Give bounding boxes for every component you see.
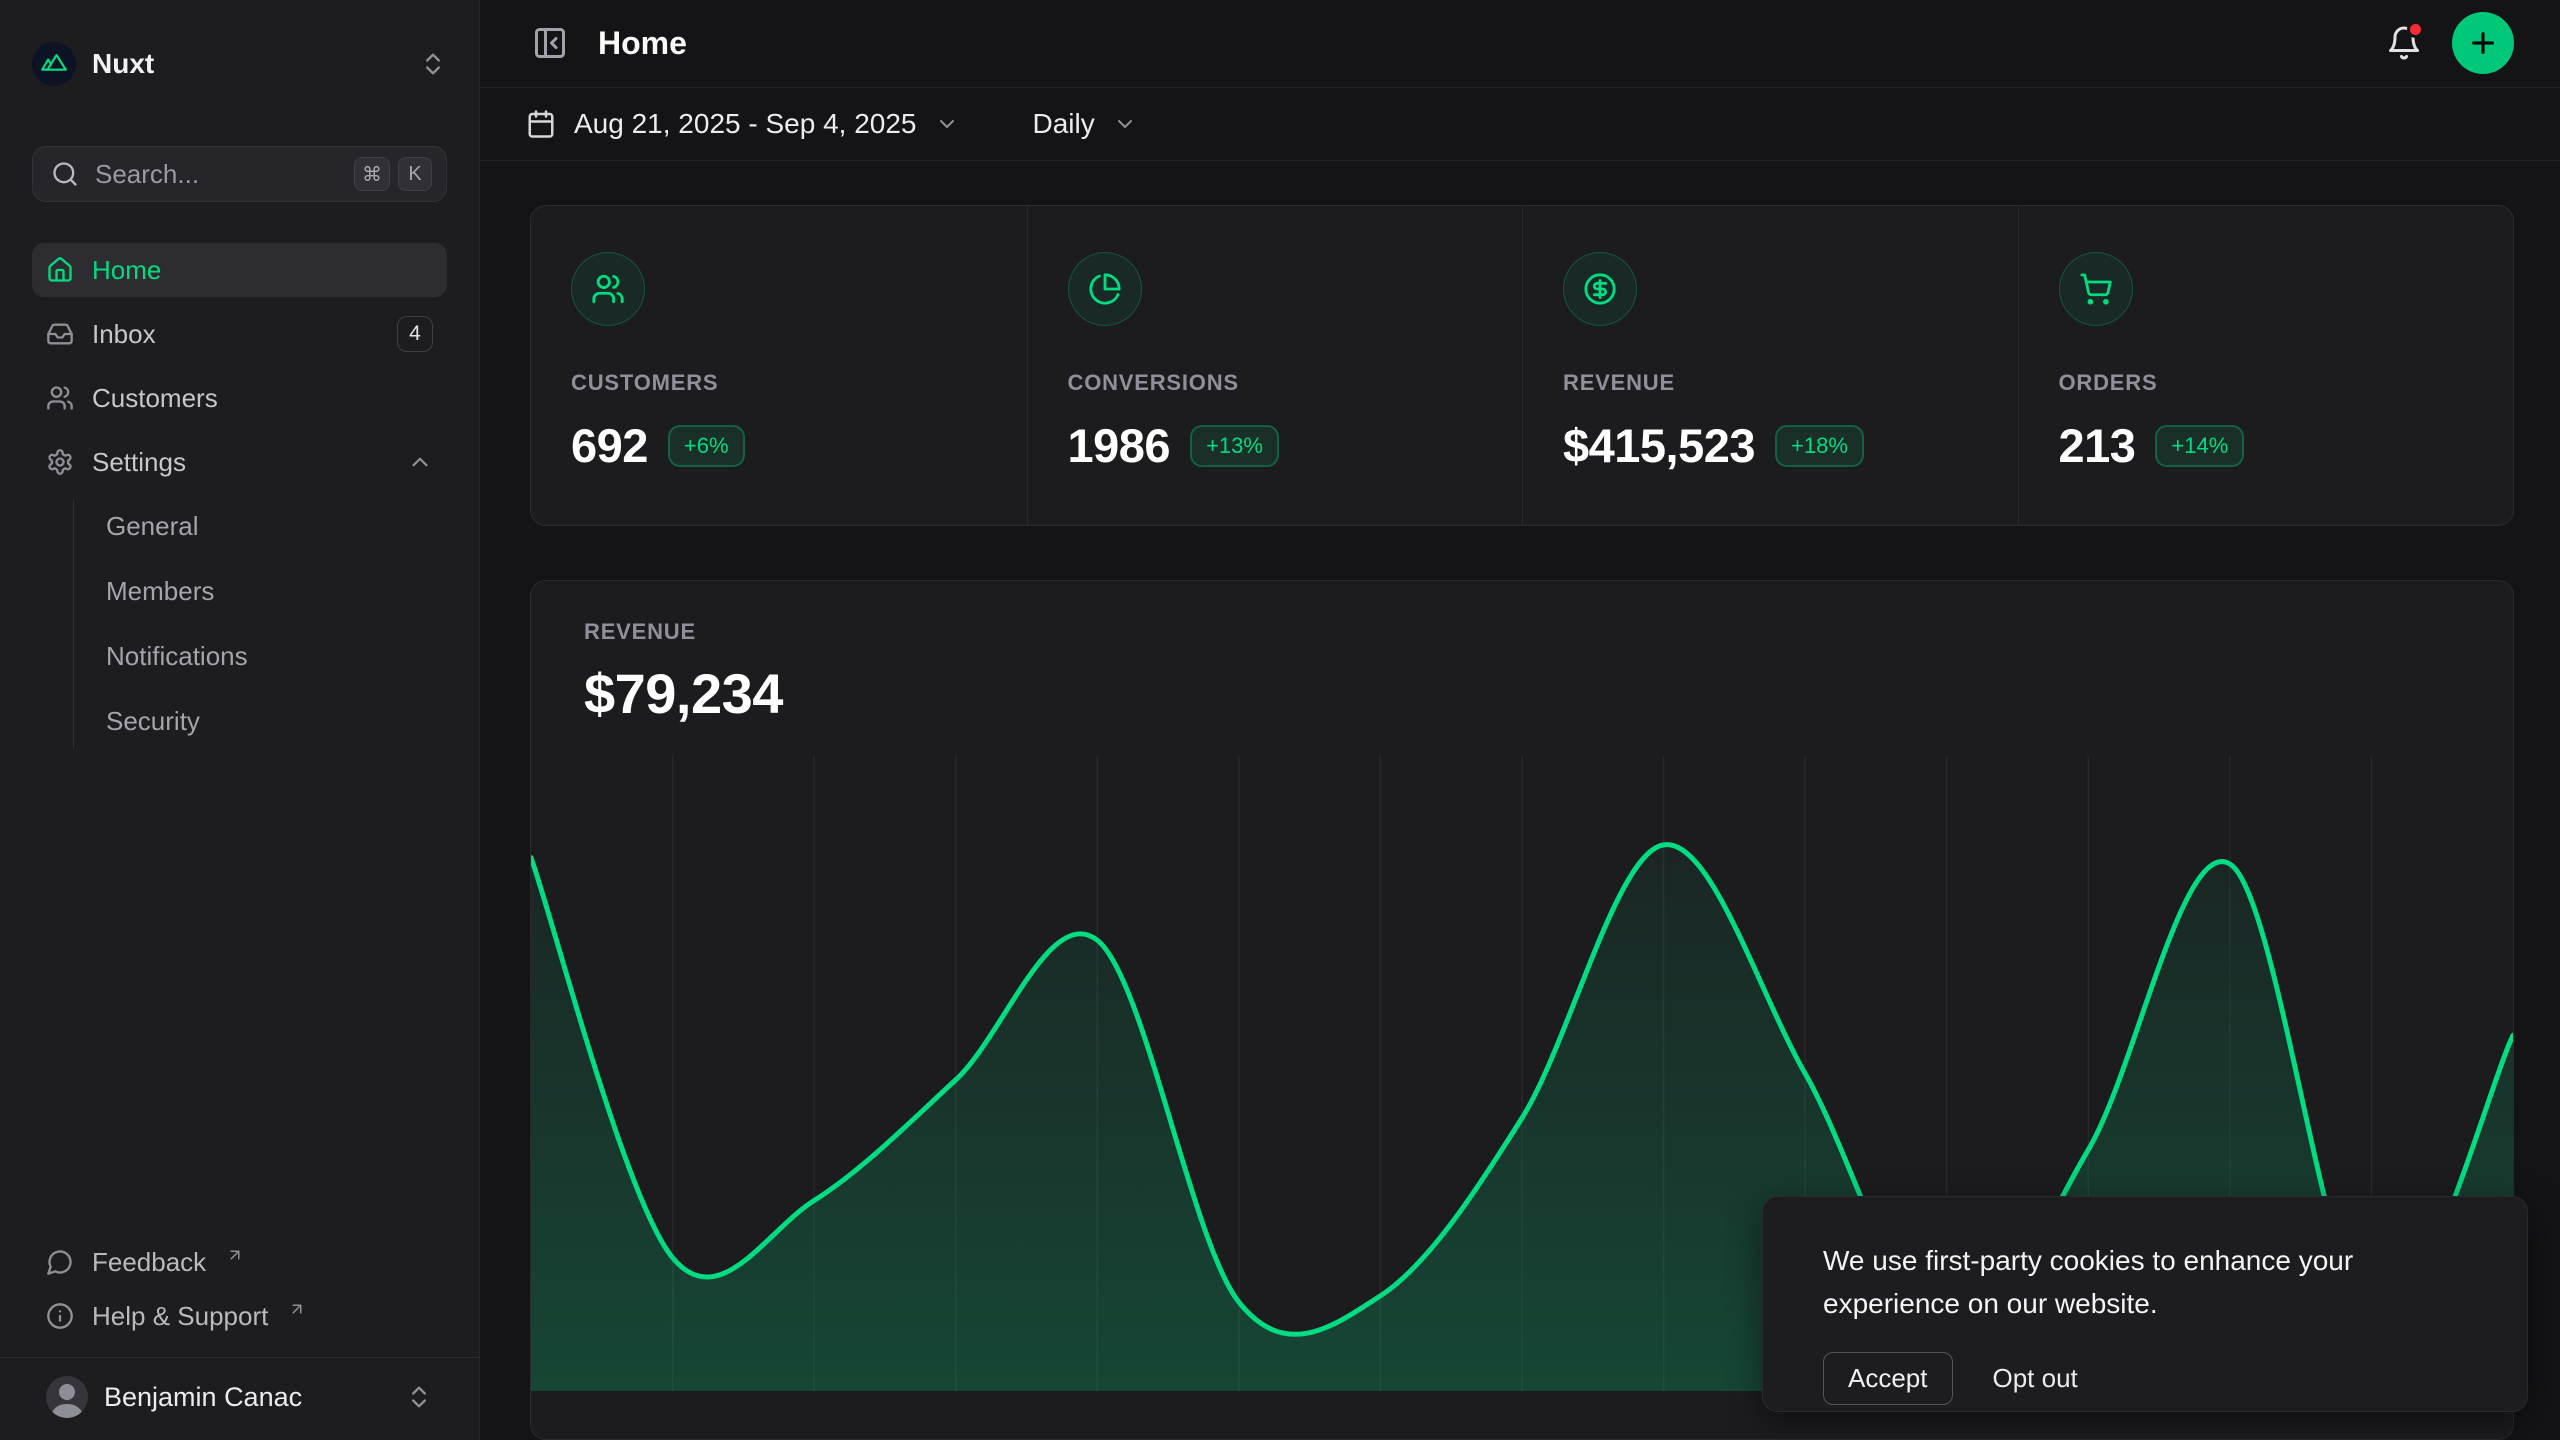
user-name: Benjamin Canac xyxy=(104,1382,302,1413)
sidebar-item-label: Customers xyxy=(92,383,218,414)
stat-label: CUSTOMERS xyxy=(571,370,987,396)
pie-chart-icon xyxy=(1068,252,1142,326)
chevrons-up-down-icon xyxy=(419,50,447,78)
sidebar-item-label: Help & Support xyxy=(92,1301,268,1332)
external-link-icon xyxy=(226,1246,244,1264)
add-button[interactable] xyxy=(2452,12,2514,74)
notifications-button[interactable] xyxy=(2386,25,2422,61)
inbox-count-badge: 4 xyxy=(397,316,433,352)
stat-delta-badge: +13% xyxy=(1190,425,1279,467)
sidebar-subitem-members[interactable]: Members xyxy=(74,565,447,618)
sidebar-item-inbox[interactable]: Inbox 4 xyxy=(32,307,447,361)
opt-out-button[interactable]: Opt out xyxy=(1993,1363,2078,1394)
users-icon xyxy=(46,384,74,412)
stat-label: REVENUE xyxy=(1563,370,1978,396)
panel-collapse-icon xyxy=(532,25,568,61)
stat-value: 1986 xyxy=(1068,418,1171,473)
filter-toolbar: Aug 21, 2025 - Sep 4, 2025 Daily xyxy=(480,88,2560,161)
search-input[interactable]: Search... ⌘ K xyxy=(32,146,447,202)
gear-icon xyxy=(46,448,74,476)
cookie-banner: We use first-party cookies to enhance yo… xyxy=(1762,1196,2528,1412)
sidebar-subitem-general[interactable]: General xyxy=(74,500,447,553)
stat-delta-badge: +6% xyxy=(668,425,745,467)
plus-icon xyxy=(2467,27,2499,59)
stat-value: 213 xyxy=(2059,418,2136,473)
stat-conversions[interactable]: CONVERSIONS 1986 +13% xyxy=(1027,206,1523,525)
stat-revenue[interactable]: REVENUE $415,523 +18% xyxy=(1522,206,2018,525)
accept-button[interactable]: Accept xyxy=(1823,1352,1953,1405)
period-value: Daily xyxy=(1033,108,1095,140)
chevron-up-icon xyxy=(407,449,433,475)
stat-delta-badge: +14% xyxy=(2155,425,2244,467)
calendar-icon xyxy=(526,109,556,139)
team-switcher[interactable]: Nuxt xyxy=(32,40,447,88)
sidebar-item-label: Settings xyxy=(92,447,186,478)
sidebar-item-home[interactable]: Home xyxy=(32,243,447,297)
info-circle-icon xyxy=(46,1302,74,1330)
sidebar-item-label: Inbox xyxy=(92,319,156,350)
kbd-meta: ⌘ xyxy=(354,157,390,191)
page-header: Home xyxy=(480,0,2560,88)
stat-orders[interactable]: ORDERS 213 +14% xyxy=(2018,206,2514,525)
stat-label: ORDERS xyxy=(2059,370,2474,396)
sidebar: Nuxt Search... ⌘ K Home xyxy=(0,0,480,1440)
home-icon xyxy=(46,256,74,284)
chat-bubble-icon xyxy=(46,1248,74,1276)
sidebar-item-help-support[interactable]: Help & Support xyxy=(32,1289,447,1343)
search-placeholder: Search... xyxy=(95,159,338,190)
stat-value: 692 xyxy=(571,418,648,473)
settings-sub-list: General Members Notifications Security xyxy=(73,500,447,748)
stat-delta-badge: +18% xyxy=(1775,425,1864,467)
sidebar-item-settings[interactable]: Settings xyxy=(32,435,447,489)
stats-card: CUSTOMERS 692 +6% CONVERSIONS 1986 +13% xyxy=(530,205,2514,526)
stat-label: CONVERSIONS xyxy=(1068,370,1483,396)
avatar xyxy=(46,1376,88,1418)
page-title: Home xyxy=(598,25,687,62)
revenue-chart-label: REVENUE xyxy=(584,619,2513,645)
period-select[interactable]: Daily xyxy=(1033,108,1137,140)
chevron-down-icon xyxy=(935,112,959,136)
stat-value: $415,523 xyxy=(1563,418,1755,473)
inbox-icon xyxy=(46,320,74,348)
sidebar-collapse-button[interactable] xyxy=(526,19,574,67)
date-range-value: Aug 21, 2025 - Sep 4, 2025 xyxy=(574,108,917,140)
team-name: Nuxt xyxy=(92,48,154,80)
chevrons-up-down-icon xyxy=(405,1383,433,1411)
revenue-chart-value: $79,234 xyxy=(584,661,2513,726)
kbd-k: K xyxy=(398,157,432,191)
sidebar-item-label: Home xyxy=(92,255,161,286)
stat-customers[interactable]: CUSTOMERS 692 +6% xyxy=(531,206,1027,525)
sidebar-nav: Home Inbox 4 Customers Settings xyxy=(32,243,447,748)
chevron-down-icon xyxy=(1113,112,1137,136)
external-link-icon xyxy=(288,1300,306,1318)
search-icon xyxy=(51,160,79,188)
sidebar-item-customers[interactable]: Customers xyxy=(32,371,447,425)
dollar-circle-icon xyxy=(1563,252,1637,326)
cookie-message: We use first-party cookies to enhance yo… xyxy=(1823,1239,2423,1326)
sidebar-item-feedback[interactable]: Feedback xyxy=(32,1235,447,1289)
users-icon xyxy=(571,252,645,326)
nuxt-logo-icon xyxy=(32,42,76,86)
date-range-picker[interactable]: Aug 21, 2025 - Sep 4, 2025 xyxy=(526,108,959,140)
sidebar-subitem-notifications[interactable]: Notifications xyxy=(74,630,447,683)
sidebar-item-label: Feedback xyxy=(92,1247,206,1278)
sidebar-subitem-security[interactable]: Security xyxy=(74,695,447,748)
cart-icon xyxy=(2059,252,2133,326)
user-menu[interactable]: Benjamin Canac xyxy=(32,1358,447,1440)
